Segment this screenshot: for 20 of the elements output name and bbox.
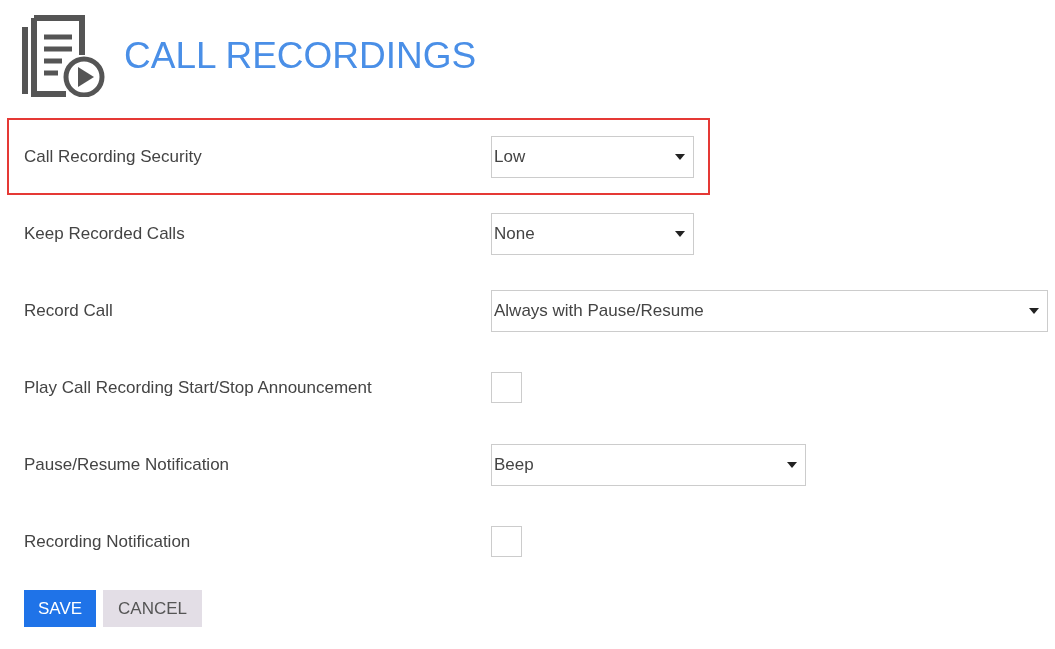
dropdown[interactable]: None bbox=[491, 212, 694, 255]
checkbox[interactable] bbox=[491, 526, 522, 557]
setting-label: Call Recording Security bbox=[24, 145, 203, 168]
document-play-icon bbox=[22, 15, 106, 97]
dropdown[interactable]: Low bbox=[491, 135, 694, 178]
setting-label: Recording Notification bbox=[24, 530, 192, 553]
caret-icon bbox=[675, 230, 685, 237]
dropdown[interactable]: Always with Pause/Resume bbox=[491, 289, 1048, 332]
setting-label: Keep Recorded Calls bbox=[24, 222, 186, 245]
caret-icon bbox=[675, 153, 685, 160]
dropdown[interactable]: Beep bbox=[491, 443, 806, 486]
page-title: CALL RECORDINGS bbox=[124, 34, 477, 79]
save-button[interactable]: SAVE bbox=[24, 590, 97, 627]
setting-label: Pause/Resume Notification bbox=[24, 453, 231, 476]
checkbox[interactable] bbox=[491, 372, 522, 403]
caret-icon bbox=[1029, 307, 1039, 314]
caret-icon bbox=[787, 461, 797, 468]
cancel-button[interactable]: CANCEL bbox=[103, 590, 203, 627]
setting-label: Record Call bbox=[24, 299, 114, 322]
setting-label: Play Call Recording Start/Stop Announcement bbox=[24, 376, 373, 399]
